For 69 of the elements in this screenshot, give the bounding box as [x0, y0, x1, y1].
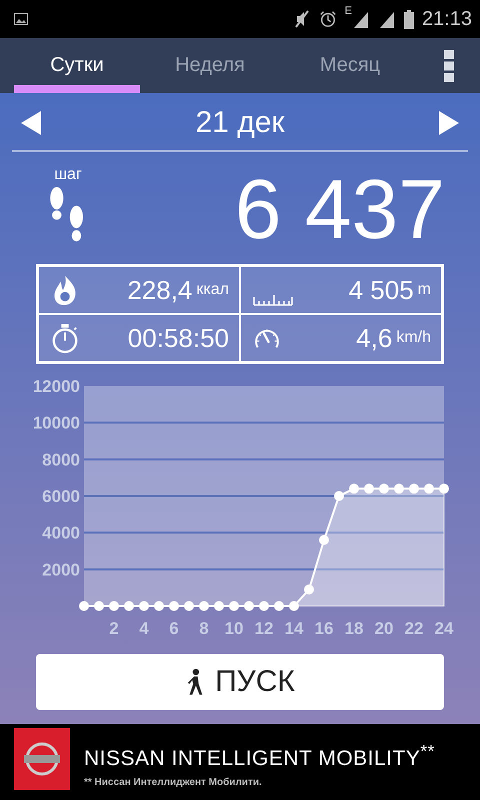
data-point [79, 601, 89, 611]
data-point [274, 601, 284, 611]
y-axis-label: 12000 [34, 378, 80, 396]
stopwatch-icon [51, 322, 79, 354]
x-axis-label: 18 [344, 619, 364, 638]
data-point [244, 601, 254, 611]
date-label: 21 дек [195, 106, 285, 140]
x-axis-label: 4 [139, 619, 149, 638]
steps-label: шаг [54, 166, 82, 184]
y-axis-label: 2000 [42, 560, 80, 580]
x-axis-label: 10 [224, 619, 244, 638]
stat-value: 4 505 [348, 274, 414, 306]
data-point [394, 484, 404, 494]
image-icon [14, 13, 28, 25]
unit-label: km/h [396, 329, 431, 347]
overflow-menu-icon[interactable] [444, 50, 454, 82]
data-point [199, 601, 209, 611]
ad-headline: NISSAN INTELLIGENT MOBILITY$^{**}$ [84, 740, 435, 770]
x-axis-label: 24 [434, 619, 454, 638]
data-point [154, 601, 164, 611]
data-point [364, 484, 374, 494]
data-point [109, 601, 119, 611]
data-point [184, 601, 194, 611]
x-axis-label: 16 [314, 619, 334, 638]
unit-label: m [418, 281, 431, 299]
x-axis-label: 12 [254, 619, 274, 638]
car-brand-logo [14, 728, 70, 790]
data-point [409, 484, 419, 494]
ruler-icon [253, 292, 293, 306]
y-axis-label: 6000 [42, 487, 80, 506]
y-axis-label: 10000 [34, 414, 80, 433]
data-point [124, 601, 134, 611]
clock-time: 21:13 [422, 8, 472, 30]
start-button[interactable]: ПУСК [36, 654, 444, 710]
stat-value: 4,6 [356, 322, 392, 354]
stat-value: 00:58:50 [128, 322, 229, 354]
x-axis-label: 2 [109, 619, 119, 638]
battery-icon [404, 9, 414, 29]
data-point [334, 491, 344, 501]
data-point [169, 601, 179, 611]
x-axis-label: 20 [374, 619, 394, 638]
x-axis-label: 22 [404, 619, 424, 638]
tab[interactable]: Неделя [140, 38, 280, 93]
tab[interactable]: Месяц [280, 38, 420, 93]
data-point [379, 484, 389, 494]
ad-footnote: ** Ниссан Интеллиджент Мобилити. [84, 776, 263, 788]
data-point [349, 484, 359, 494]
unit-label: ккал [196, 281, 229, 299]
step-count: 6 437 [234, 160, 445, 258]
network-type-label: E [344, 5, 352, 17]
stat-value: 228,4 [127, 274, 192, 306]
data-point [214, 601, 224, 611]
y-axis-label: 4000 [42, 524, 80, 543]
x-axis-label: 14 [284, 619, 304, 638]
data-point [229, 601, 239, 611]
data-point [94, 601, 104, 611]
mute-icon [292, 9, 311, 29]
ad-banner[interactable]: NISSAN INTELLIGENT MOBILITY$^{**}$ ** Ниссан Интеллиджент Мобилити. [0, 724, 480, 800]
data-point [319, 535, 329, 545]
data-point [439, 484, 449, 494]
x-axis-label: 6 [169, 619, 179, 638]
data-point [304, 584, 314, 594]
data-point [259, 601, 269, 611]
data-point [139, 601, 149, 611]
x-axis-label: 8 [199, 619, 209, 638]
data-point [424, 484, 434, 494]
y-axis-label: 8000 [42, 450, 80, 470]
alarm-icon [318, 9, 337, 29]
data-point [289, 601, 299, 611]
